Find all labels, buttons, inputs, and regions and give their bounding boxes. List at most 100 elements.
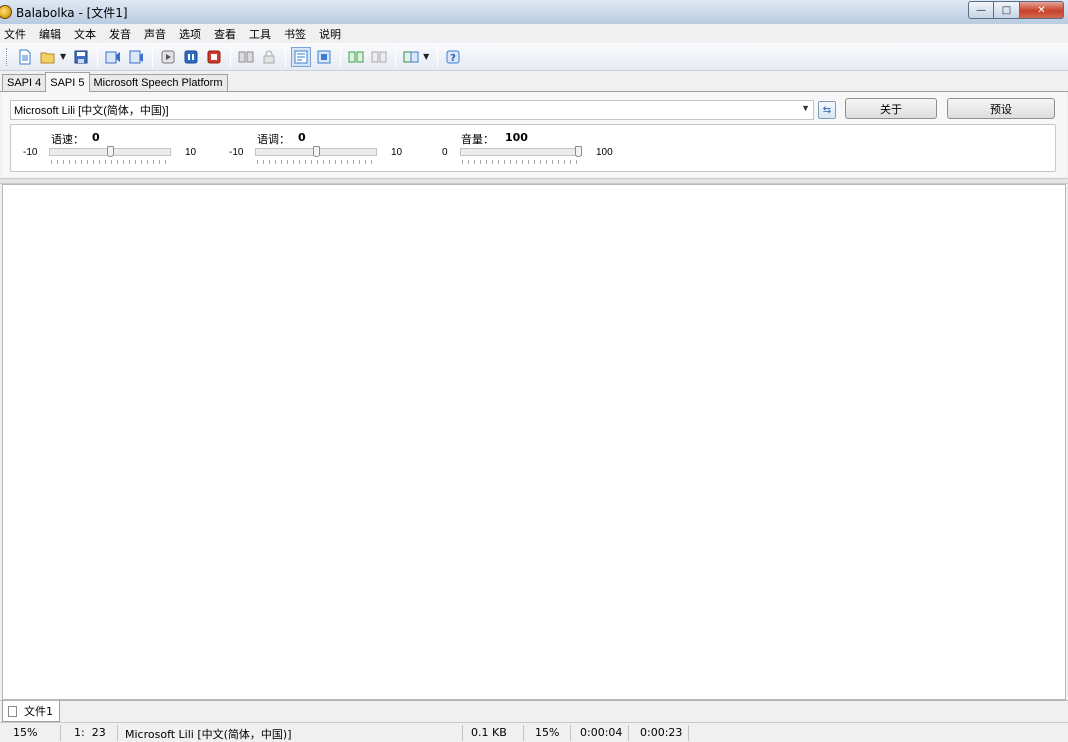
read-clipboard-button[interactable] — [126, 47, 146, 67]
save-button[interactable] — [71, 47, 91, 67]
dictionary-dropdown-arrow[interactable]: ▼ — [423, 52, 429, 61]
volume-min: 0 — [442, 147, 448, 158]
read-clipboard-icon — [129, 50, 144, 63]
tab-sapi4[interactable]: SAPI 4 — [2, 74, 47, 91]
dictionary-icon — [403, 51, 419, 62]
menu-pronunciation[interactable]: 发音 — [109, 26, 137, 42]
status-divider — [688, 725, 689, 741]
preset-button[interactable]: 预设 — [947, 98, 1055, 119]
convert-icon — [238, 51, 254, 62]
menu-sound[interactable]: 声音 — [144, 26, 172, 42]
stop-button[interactable] — [204, 47, 224, 67]
pitch-slider-ticks — [257, 160, 377, 164]
status-file-size: 0.1 KB — [471, 726, 507, 739]
menu-tools[interactable]: 工具 — [249, 26, 277, 42]
tab-sapi5[interactable]: SAPI 5 — [45, 72, 90, 92]
document-tabs: 文件1 — [0, 700, 1068, 722]
status-divider — [570, 725, 571, 741]
rate-slider-thumb[interactable] — [106, 146, 114, 157]
help-button[interactable]: ? — [443, 47, 463, 67]
title-bar: Balabolka - [文件1] — □ ✕ — [0, 0, 1068, 24]
rate-slider-ticks — [51, 160, 171, 164]
volume-slider-track[interactable] — [460, 148, 582, 156]
text-view-icon — [294, 50, 308, 63]
pitch-slider-thumb[interactable] — [312, 146, 320, 157]
tab-speech-platform[interactable]: Microsoft Speech Platform — [88, 74, 228, 91]
convert-button[interactable] — [236, 47, 256, 67]
status-divider — [60, 725, 61, 741]
pause-icon — [184, 50, 198, 63]
voice-dropdown[interactable]: Microsoft Lili [中文(简体，中国)] ▼ — [10, 100, 814, 120]
voice-parameters-box: 语速： 0 -10 10 语调： 0 -10 10 音量： 100 0 100 — [10, 124, 1056, 172]
menu-text[interactable]: 文本 — [74, 26, 102, 42]
menu-file[interactable]: 文件 — [4, 26, 32, 42]
new-document-button[interactable] — [15, 47, 35, 67]
pause-button[interactable] — [181, 47, 201, 67]
about-button[interactable]: 关于 — [845, 98, 937, 119]
status-divider — [628, 725, 629, 741]
volume-slider-group: 音量： 100 0 100 — [423, 125, 623, 171]
spell-check-button[interactable] — [346, 47, 366, 67]
status-total-time: 0:00:23 — [640, 726, 683, 739]
stop-icon — [207, 50, 221, 63]
rate-label: 语速： — [51, 133, 84, 146]
open-folder-icon — [40, 52, 55, 63]
menu-edit[interactable]: 编辑 — [39, 26, 67, 42]
status-percent: 15% — [535, 726, 560, 739]
svg-text:?: ? — [450, 53, 456, 64]
minimize-button[interactable]: — — [968, 1, 994, 19]
lock-button[interactable] — [259, 47, 279, 67]
toolbar-separator — [437, 46, 439, 67]
help-icon: ? — [446, 50, 460, 64]
volume-label: 音量： — [461, 133, 494, 146]
save-icon — [74, 50, 88, 63]
status-divider — [117, 725, 118, 741]
status-bar: 15% 1: 23 Microsoft Lili [中文(简体，中国)] 0.1… — [0, 722, 1068, 742]
window-controls: — □ ✕ — [968, 1, 1064, 19]
batch-button[interactable] — [314, 47, 334, 67]
app-logo-icon — [0, 5, 12, 19]
read-aloud-icon — [105, 51, 121, 63]
refresh-icon: ⇆ — [822, 104, 832, 116]
menu-help[interactable]: 说明 — [319, 26, 347, 42]
menu-view[interactable]: 查看 — [214, 26, 242, 42]
text-editor[interactable] — [2, 184, 1066, 700]
voice-settings-button[interactable]: ⇆ — [818, 101, 836, 119]
rate-slider-group: 语速： 0 -10 10 — [11, 125, 211, 171]
status-voice: Microsoft Lili [中文(简体，中国)] — [125, 728, 292, 741]
play-button[interactable] — [158, 47, 178, 67]
engine-tabs: SAPI 4 SAPI 5 Microsoft Speech Platform — [0, 72, 1068, 92]
menu-options[interactable]: 选项 — [179, 26, 207, 42]
rate-max: 10 — [185, 147, 197, 158]
status-divider — [523, 725, 524, 741]
open-button[interactable] — [38, 47, 58, 67]
status-zoom: 15% — [13, 726, 38, 739]
menu-bar: 文件 编辑 文本 发音 声音 选项 查看 工具 书签 说明 — [0, 24, 1068, 43]
open-dropdown-arrow[interactable]: ▼ — [60, 52, 66, 61]
maximize-button[interactable]: □ — [994, 1, 1020, 19]
volume-slider-thumb[interactable] — [575, 146, 582, 157]
window-title: Balabolka - [文件1] — [16, 5, 128, 20]
toolbar-grip[interactable] — [6, 47, 9, 66]
rate-value: 0 — [92, 131, 100, 144]
toolbar-separator — [152, 46, 154, 67]
close-button[interactable]: ✕ — [1020, 1, 1064, 19]
toolbar-separator — [340, 46, 342, 67]
toolbar: ▼ ▼ ? — [0, 43, 1068, 71]
document-tab-label: 文件1 — [24, 705, 53, 718]
read-aloud-button[interactable] — [103, 47, 123, 67]
volume-max: 100 — [596, 147, 613, 158]
play-icon — [161, 50, 175, 63]
toolbar-separator — [230, 46, 232, 67]
compare-button[interactable] — [369, 47, 389, 67]
spell-check-icon — [348, 51, 364, 62]
toolbar-separator — [395, 46, 397, 67]
menu-bookmarks[interactable]: 书签 — [284, 26, 312, 42]
document-icon — [8, 705, 17, 717]
dictionary-button[interactable] — [401, 47, 421, 67]
document-tab[interactable]: 文件1 — [2, 701, 60, 722]
pitch-value: 0 — [298, 131, 306, 144]
batch-icon — [317, 50, 331, 63]
pitch-min: -10 — [229, 147, 244, 158]
text-view-button[interactable] — [291, 46, 312, 67]
